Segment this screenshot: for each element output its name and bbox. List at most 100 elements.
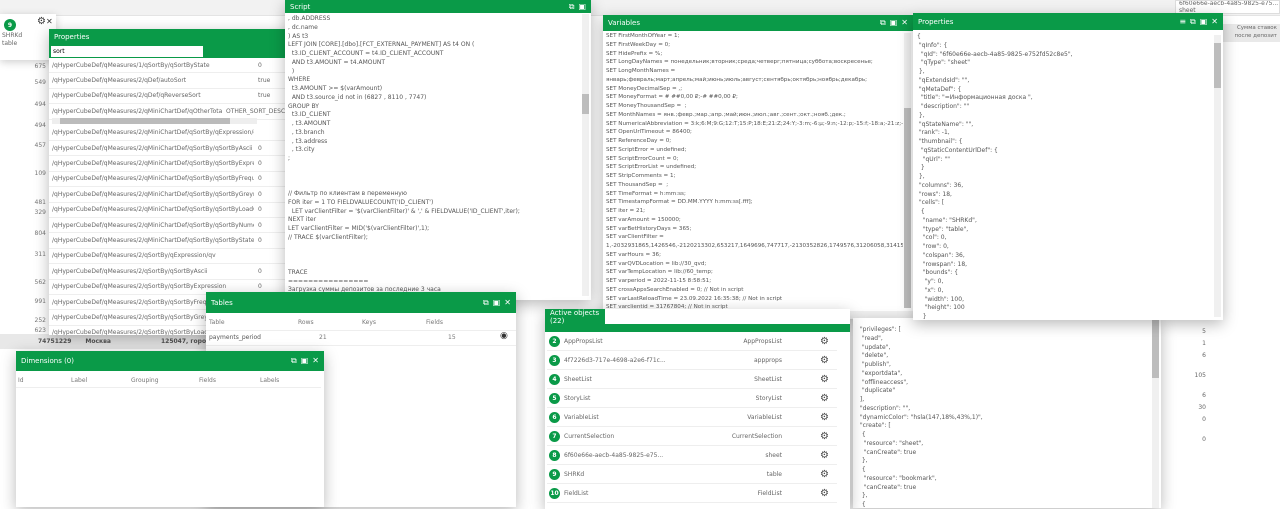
column-header[interactable]: Fields (199, 377, 216, 384)
export-icon[interactable]: ▣ (1200, 17, 1208, 27)
gear-icon[interactable]: ⚙ (820, 431, 829, 442)
script-text[interactable]: , db.ADDRESS, dc.name) AS t3 LEFT JOIN [C… (288, 15, 578, 295)
property-value[interactable]: 0 (254, 145, 262, 152)
text-line: "qInfo": { (917, 41, 948, 49)
property-row[interactable]: /qHyperCubeDef/qMeasures/2/qMiniChartDef… (49, 218, 309, 234)
export-icon[interactable]: ▣ (493, 298, 501, 308)
scrollbar-thumb[interactable] (60, 117, 230, 124)
restore-icon[interactable]: ⧉ (291, 356, 297, 366)
property-value[interactable]: 0 (254, 283, 262, 290)
gear-icon[interactable]: ⚙ (37, 16, 46, 27)
text-line: SET varLastReloadTime = 23.09.2022 16:35… (606, 295, 783, 302)
column-header[interactable]: Rows (298, 319, 314, 326)
scrollbar[interactable] (1214, 35, 1221, 317)
property-value[interactable]: 0 (254, 237, 262, 244)
column-header[interactable]: Grouping (131, 377, 159, 384)
column-header[interactable]: Id (18, 377, 24, 384)
column-header-deposit[interactable]: Сумма ставок после депозит (1222, 24, 1280, 42)
property-row[interactable]: /qHyperCubeDef/qMeasures/2/qSortBy/qExpr… (49, 249, 309, 265)
restore-icon[interactable]: ⧉ (483, 298, 489, 308)
background-cell: 329 (34, 209, 46, 216)
property-row[interactable]: /qHyperCubeDef/qMeasures/2/qMiniChartDef… (49, 141, 309, 157)
scrollbar[interactable] (1152, 318, 1159, 508)
gear-icon[interactable]: ⚙ (820, 469, 829, 480)
property-value[interactable]: true (254, 77, 270, 84)
active-object-row[interactable]: 10 FieldList FieldList ⚙ (547, 484, 837, 503)
table-row[interactable]: payments_period 21 15 ◉ (206, 331, 516, 346)
column-header[interactable]: Label (71, 377, 87, 384)
gear-icon[interactable]: ⚙ (820, 450, 829, 461)
text-line: "cells": [ (917, 199, 945, 207)
variables-text[interactable]: SET FirstMonthOfYear = 1; SET FirstWeekDa… (606, 32, 903, 312)
property-row[interactable]: /qHyperCubeDef/qMeasures/2/qMiniChartDef… (49, 156, 309, 172)
text-line: "colspan": 36, (917, 251, 965, 259)
gear-icon[interactable]: ⚙ (820, 393, 829, 404)
background-cell: 5 (1202, 328, 1206, 335)
text-line: SET varperiod = 2022-11-15 8:58:51; (606, 278, 712, 284)
active-object-row[interactable]: 9 SHRKd table ⚙ (547, 465, 837, 484)
menu-icon[interactable]: ≡ (1179, 17, 1186, 27)
property-value[interactable]: 0 (254, 62, 262, 69)
restore-icon[interactable]: ⧉ (1190, 17, 1196, 27)
property-row[interactable]: /qHyperCubeDef/qMeasures/2/qMiniChartDef… (49, 126, 309, 141)
property-value[interactable]: 0 (254, 206, 262, 213)
export-icon[interactable]: ▣ (578, 2, 586, 12)
restore-icon[interactable]: ⧉ (569, 2, 575, 12)
background-cell: 991 (34, 298, 46, 305)
column-header[interactable]: Keys (362, 319, 376, 326)
property-value[interactable]: 0 (254, 191, 262, 198)
object-card[interactable]: 9 ⚙ ✕ SHRKd table (0, 14, 56, 60)
active-object-row[interactable]: 4 SheetList SheetList ⚙ (547, 370, 837, 389)
text-line: SET MoneyDecimalSep = ,; (606, 85, 683, 92)
active-object-row[interactable]: 5 StoryList StoryList ⚙ (547, 389, 837, 408)
property-row[interactable]: /qHyperCubeDef/qMeasures/2/qMiniChartDef… (49, 233, 309, 249)
export-icon[interactable]: ▣ (890, 18, 898, 28)
close-icon[interactable]: ✕ (312, 356, 319, 366)
property-value[interactable]: true (254, 92, 270, 99)
active-object-row[interactable]: 7 CurrentSelection CurrentSelection ⚙ (547, 427, 837, 446)
property-value[interactable]: 0 (254, 160, 262, 167)
json-text[interactable]: "privileges": [ "read", "update", "delet… (858, 326, 1148, 508)
text-line: "x": 0, (917, 286, 944, 294)
gear-icon[interactable]: ⚙ (820, 336, 829, 347)
close-icon[interactable]: ✕ (504, 298, 511, 308)
property-row[interactable]: /qHyperCubeDef/qMeasures/1/qSortBy/qSort… (49, 58, 309, 74)
scrollbar[interactable] (904, 33, 911, 308)
property-row[interactable]: /qHyperCubeDef/qMeasures/2/qMiniChartDef… (49, 172, 309, 188)
property-search-input[interactable] (51, 46, 203, 57)
gear-icon[interactable]: ⚙ (820, 488, 829, 499)
close-icon[interactable]: ✕ (46, 17, 53, 26)
eye-icon[interactable]: ◉ (500, 331, 508, 341)
gear-icon[interactable]: ⚙ (820, 374, 829, 385)
column-header[interactable]: Fields (426, 319, 443, 326)
gear-icon[interactable]: ⚙ (820, 412, 829, 423)
horizontal-scrollbar[interactable] (52, 117, 257, 124)
property-row[interactable]: /qHyperCubeDef/qMeasures/2/qMiniChartDef… (49, 187, 309, 203)
close-icon[interactable]: ✕ (901, 18, 908, 28)
active-object-row[interactable]: 3 4f7226d3-717e-4698-a2e6-f71c... appprops… (547, 351, 837, 370)
restore-icon[interactable]: ⧉ (880, 18, 886, 28)
background-cell: 481 (34, 199, 46, 206)
text-line: "description": "", (858, 404, 911, 412)
column-header[interactable]: Table (209, 319, 225, 326)
column-header[interactable]: Labels (260, 377, 279, 384)
json-text[interactable]: { "qInfo": { "qId": "6f60e66e-aecb-4a85-… (917, 33, 1207, 320)
scrollbar[interactable] (582, 14, 589, 296)
active-object-row[interactable]: 8 6f60e66e-aecb-4a85-9825-e75... sheet ⚙ (547, 446, 837, 465)
property-value[interactable]: 0 (254, 268, 262, 275)
window-title: Dimensions (0) (21, 357, 74, 365)
property-path: /qHyperCubeDef/qMeasures/2/qMiniChartDef… (52, 129, 254, 137)
property-row[interactable]: /qHyperCubeDef/qMeasures/2/qDef/autoSort… (49, 73, 309, 89)
active-object-row[interactable]: 2 AppPropsList AppPropsList ⚙ (547, 332, 837, 351)
window-title: Properties (918, 17, 954, 26)
active-object-row[interactable]: 6 VariableList VariableList ⚙ (547, 408, 837, 427)
property-row[interactable]: /qHyperCubeDef/qMeasures/2/qSortBy/qSort… (49, 264, 309, 280)
export-icon[interactable]: ▣ (301, 356, 309, 366)
property-value[interactable]: 0 (254, 222, 262, 229)
text-line: SET varQVDLocation = lib://30_qvd; (606, 260, 707, 267)
close-icon[interactable]: ✕ (1211, 17, 1218, 27)
property-row[interactable]: /qHyperCubeDef/qMeasures/2/qMiniChartDef… (49, 203, 309, 218)
gear-icon[interactable]: ⚙ (820, 355, 829, 366)
property-row[interactable]: /qHyperCubeDef/qMeasures/2/qDef/qReverse… (49, 89, 309, 105)
property-value[interactable]: 0 (254, 175, 262, 182)
